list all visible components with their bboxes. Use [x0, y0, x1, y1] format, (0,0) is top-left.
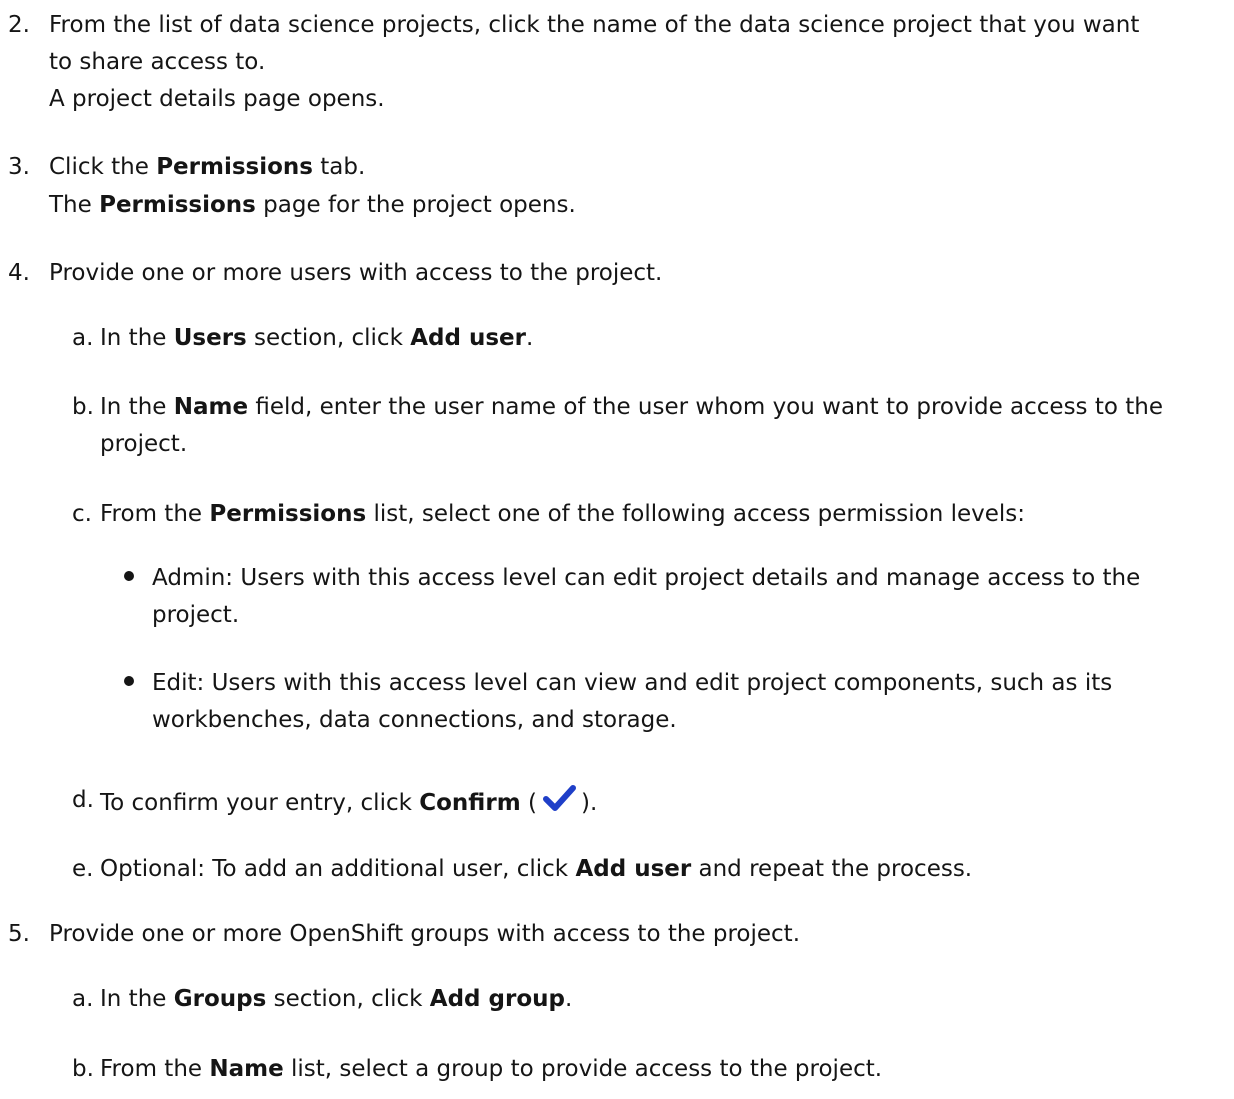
- ui-term: Name: [209, 1056, 284, 1082]
- substep-letter: b.: [72, 1056, 94, 1082]
- substep-text: In the Name field, enter the user name o…: [100, 394, 1163, 420]
- ui-term: Users: [173, 325, 247, 351]
- step-text: Provide one or more OpenShift groups wit…: [49, 921, 801, 947]
- ui-term: Groups: [173, 986, 267, 1012]
- substep-text: In the Users section, click Add user.: [100, 325, 534, 351]
- step-number: 3.: [8, 154, 30, 180]
- step-number: 5.: [8, 921, 30, 947]
- step-number: 2.: [8, 12, 30, 38]
- substep-letter: e.: [72, 856, 94, 882]
- substep-text: To confirm your entry, click Confirm ().: [100, 783, 597, 820]
- ui-term: Permissions: [156, 154, 313, 180]
- bullet-text: Admin: Users with this access level can …: [152, 565, 1141, 591]
- ui-term: Add user: [575, 856, 692, 882]
- substep-text: project.: [100, 431, 188, 457]
- step-text: Click the Permissions tab.: [49, 154, 366, 180]
- substep-letter: c.: [72, 501, 92, 527]
- step-result: The Permissions page for the project ope…: [49, 192, 576, 218]
- substep-text: Optional: To add an additional user, cli…: [100, 856, 973, 882]
- step-text: From the list of data science projects, …: [49, 12, 1140, 38]
- ui-term: Add group: [429, 986, 565, 1012]
- ui-term: Permissions: [209, 501, 367, 527]
- step-text: to share access to.: [49, 49, 266, 75]
- substep-text: From the Name list, select a group to pr…: [100, 1056, 883, 1082]
- substep-letter: a.: [72, 986, 94, 1012]
- bullet-dot: [124, 571, 134, 581]
- ui-term: Permissions: [99, 192, 256, 218]
- substep-letter: b.: [72, 394, 94, 420]
- step-result: A project details page opens.: [49, 86, 385, 112]
- bullet-dot: [124, 676, 134, 686]
- bullet-text: project.: [152, 602, 240, 628]
- bullet-text: workbenches, data connections, and stora…: [152, 707, 677, 733]
- checkmark-icon: [539, 783, 579, 813]
- substep-letter: a.: [72, 325, 94, 351]
- documentation-page: 2. From the list of data science project…: [0, 0, 1234, 1099]
- ui-term: Add user: [410, 325, 526, 351]
- step-number: 4.: [8, 260, 30, 286]
- ui-term: Confirm: [419, 790, 521, 816]
- substep-text: From the Permissions list, select one of…: [100, 501, 1026, 527]
- bullet-text: Edit: Users with this access level can v…: [152, 670, 1113, 696]
- substep-text: In the Groups section, click Add group.: [100, 986, 573, 1012]
- ui-term: Name: [173, 394, 249, 420]
- step-text: Provide one or more users with access to…: [49, 260, 663, 286]
- substep-letter: d.: [72, 787, 94, 813]
